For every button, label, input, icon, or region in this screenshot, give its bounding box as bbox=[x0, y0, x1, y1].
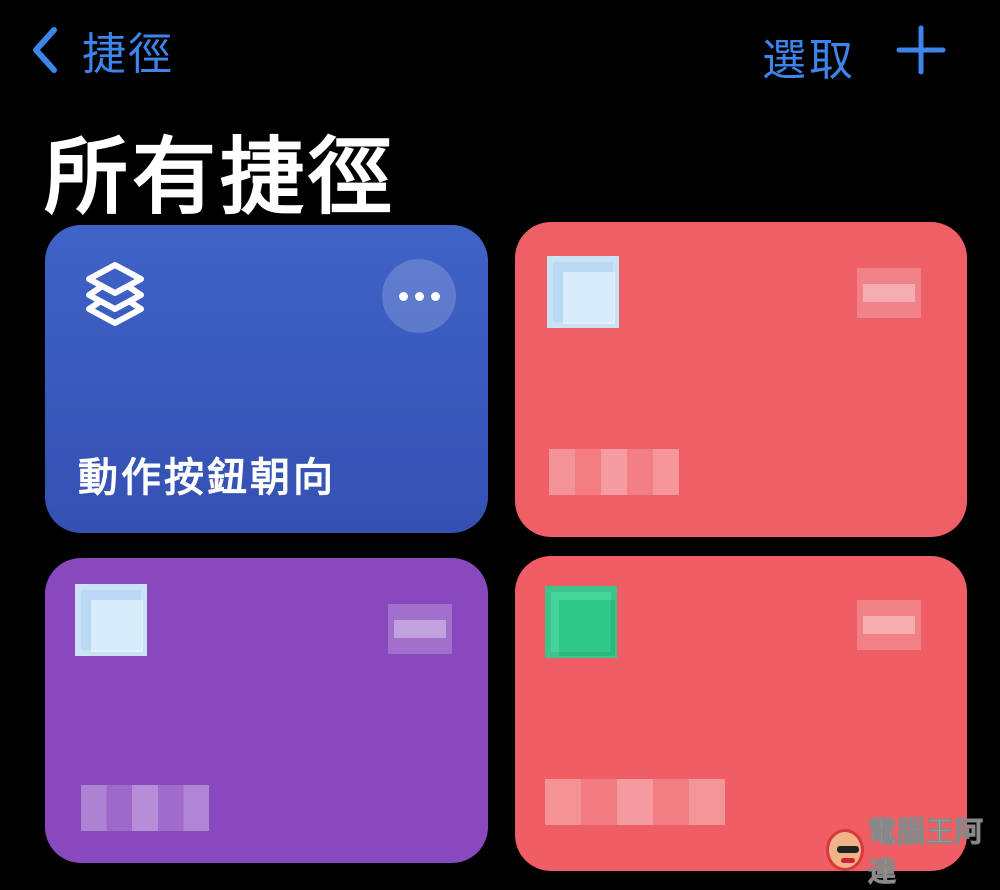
shortcut-card[interactable]: 動作按鈕朝向 bbox=[45, 225, 488, 533]
pixelated-app-icon bbox=[547, 256, 619, 328]
pixelated-label bbox=[81, 785, 209, 831]
shortcuts-stack-icon bbox=[86, 262, 144, 326]
page-title: 所有捷徑 bbox=[44, 128, 397, 226]
watermark-text: 電腦王阿達 bbox=[867, 815, 984, 889]
shortcut-card-redacted[interactable] bbox=[45, 558, 488, 863]
shortcut-card-redacted[interactable] bbox=[515, 222, 967, 537]
back-button[interactable]: 捷徑 bbox=[30, 22, 174, 80]
pixelated-app-icon bbox=[545, 586, 617, 658]
chevron-left-icon bbox=[33, 27, 57, 73]
plus-icon[interactable] bbox=[895, 24, 947, 76]
back-button-label: 捷徑 bbox=[82, 29, 174, 80]
select-button[interactable]: 選取 bbox=[762, 24, 856, 88]
ellipsis-icon bbox=[398, 291, 440, 301]
pixelated-app-icon bbox=[75, 584, 147, 656]
mascot-face-icon bbox=[826, 829, 864, 871]
pixelated-label bbox=[545, 779, 725, 825]
watermark: 電腦王阿達 bbox=[826, 815, 996, 889]
pixelated-more-button[interactable] bbox=[388, 604, 452, 654]
pixelated-label bbox=[549, 449, 679, 495]
shortcut-label: 動作按鈕朝向 bbox=[78, 455, 336, 501]
pixelated-more-button[interactable] bbox=[857, 600, 921, 650]
more-options-button[interactable] bbox=[382, 259, 456, 333]
pixelated-more-button[interactable] bbox=[857, 268, 921, 318]
